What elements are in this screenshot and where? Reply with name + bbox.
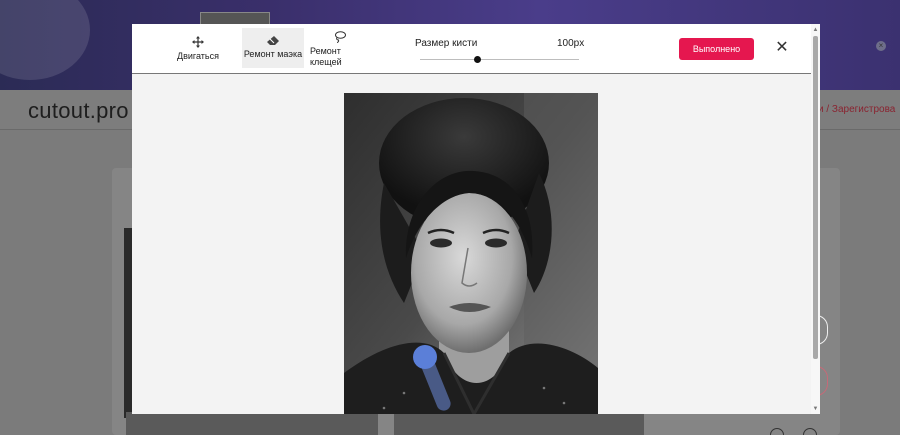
modal-scrollbar[interactable]: ▲ ▼ <box>811 24 820 414</box>
lasso-repair-tool-button[interactable]: Ремонт клещей <box>310 30 362 68</box>
mask-editor-modal: Двигаться Ремонт маэка Ремонт клещей Раз… <box>132 24 811 414</box>
site-logo: cutout.pro <box>28 98 129 123</box>
move-tool-button[interactable]: Двигаться <box>168 30 228 68</box>
background-circle-icon <box>803 428 817 435</box>
move-icon <box>192 36 204 48</box>
portrait-image <box>344 93 598 414</box>
lasso-repair-tool-label: Ремонт клещей <box>310 45 342 67</box>
background-image <box>126 412 378 435</box>
close-icon[interactable]: ✕ <box>774 39 790 57</box>
brush-size-label: Размер кисти <box>415 38 478 49</box>
background-image <box>394 412 644 435</box>
editor-canvas[interactable] <box>132 75 811 414</box>
brush-size-slider-handle[interactable] <box>473 56 481 63</box>
mask-repair-tool-button[interactable]: Ремонт маэка <box>242 28 304 68</box>
brush-size-slider[interactable] <box>420 59 579 60</box>
done-button[interactable]: Выполнено <box>679 38 754 60</box>
scroll-up-icon[interactable]: ▲ <box>811 26 820 34</box>
background-close-icon: × <box>876 41 886 51</box>
scrollbar-thumb[interactable] <box>813 36 818 359</box>
brush-size-value: 100px <box>557 38 585 49</box>
register-link: и / Зарегистрова <box>818 104 896 115</box>
scroll-down-icon[interactable]: ▼ <box>811 405 820 413</box>
lasso-icon <box>335 30 346 43</box>
editor-toolbar: Двигаться Ремонт маэка Ремонт клещей Раз… <box>132 24 811 74</box>
background-circle-icon <box>770 428 784 435</box>
move-tool-label: Двигаться <box>177 51 219 61</box>
eraser-icon <box>267 36 279 45</box>
decorative-swirl <box>0 0 90 80</box>
mask-repair-tool-label: Ремонт маэка <box>243 49 303 59</box>
brush-cursor <box>413 345 437 369</box>
portrait-photo <box>344 93 598 414</box>
